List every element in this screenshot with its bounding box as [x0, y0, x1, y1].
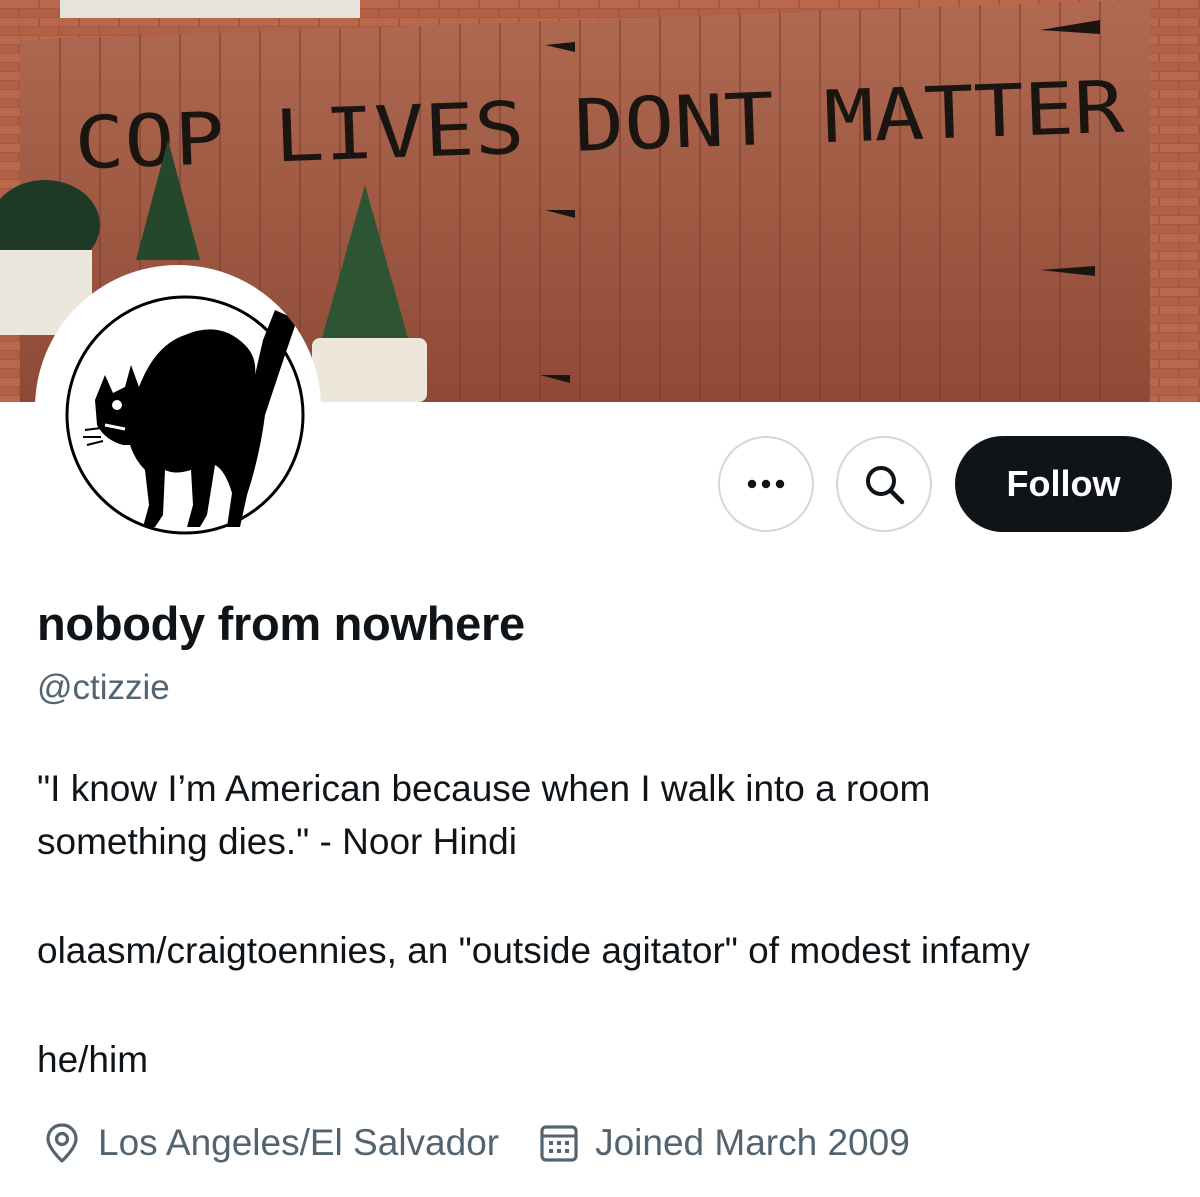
profile-handle: @ctizzie: [37, 668, 170, 707]
black-cat-icon: [39, 269, 317, 547]
search-profile-button[interactable]: [836, 436, 932, 532]
joined-text: Joined March 2009: [595, 1122, 910, 1163]
profile-location: Los Angeles/El Salvador: [40, 1121, 499, 1165]
location-text: Los Angeles/El Salvador: [98, 1122, 500, 1163]
display-name: nobody from nowhere: [37, 597, 525, 650]
bio-line: he/him: [37, 1039, 149, 1080]
profile-joined: Joined March 2009: [537, 1121, 910, 1165]
profile-bio: "I know I’m American because when I walk…: [37, 762, 1187, 1086]
ellipsis-icon: [747, 479, 785, 489]
search-icon: [866, 466, 905, 505]
location-pin-icon: [40, 1121, 84, 1165]
profile-page: COP LIVES DONT MATTER Follow nobody from…: [0, 0, 1200, 1197]
calendar-icon: [537, 1121, 581, 1165]
profile-meta: Los Angeles/El Salvador Joined March 200…: [40, 1118, 910, 1168]
bio-line: olaasm/craigtoennies, an "outside agitat…: [37, 930, 1030, 971]
bio-line: "I know I’m American because when I walk…: [37, 768, 931, 809]
follow-button[interactable]: Follow: [955, 436, 1172, 532]
bio-line: something dies." - Noor Hindi: [37, 821, 517, 862]
profile-avatar[interactable]: [35, 265, 321, 551]
more-button[interactable]: [718, 436, 814, 532]
